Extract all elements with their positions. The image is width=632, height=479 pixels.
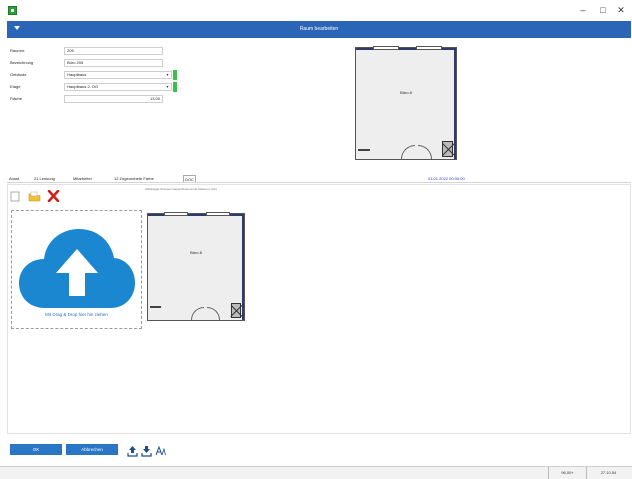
building-select-value: Hauptbaus	[67, 72, 87, 77]
cancel-button[interactable]: Abbrechen	[66, 444, 118, 455]
tab-lenkung[interactable]: 21 Lenkung	[34, 175, 55, 182]
close-icon[interactable]: ✕	[614, 4, 628, 16]
tab-staff[interactable]: Mitarbeiter	[73, 175, 92, 182]
upload-icon[interactable]	[127, 444, 138, 457]
documents-hint: Abhängige Gruppenmappe/Dokumente-Dateien…	[145, 187, 218, 191]
building-label: Gebäude	[10, 72, 27, 77]
plan-door	[207, 307, 220, 320]
floor-label: Etage	[10, 84, 21, 89]
dialog-title: Raum bearbeiten	[299, 26, 339, 32]
status-bar: 96,00+ 27.10.54	[0, 466, 632, 479]
tab-equipment[interactable]: Ausst.	[9, 175, 20, 182]
app-window: – □ ✕ Raum bearbeiten Raumnr. 205 Bezeic…	[0, 0, 632, 479]
plan-window	[416, 46, 442, 50]
floor-status-indicator	[173, 82, 177, 92]
status-cell-time: 27.10.54	[586, 467, 630, 479]
open-folder-icon[interactable]	[28, 189, 41, 202]
plan-wall	[242, 214, 244, 320]
dialog-titlebar: Raum bearbeiten	[7, 21, 631, 38]
plan-door	[191, 307, 204, 320]
tab-bar: Ausst. 21 Lenkung Mitarbeiter 12 Zugeord…	[7, 175, 631, 183]
tab-documents[interactable]: DOC	[183, 175, 196, 182]
description-input[interactable]: Büro 205	[64, 59, 163, 67]
tab-assigned-color[interactable]: 12 Zugeordnete Farbe	[114, 175, 154, 182]
room-number-label: Raumnr.	[10, 48, 26, 53]
plan-window	[164, 212, 188, 216]
area-input[interactable]: 13,00	[64, 95, 163, 103]
building-status-indicator	[173, 70, 177, 80]
plan-window	[206, 212, 230, 216]
app-logo-icon	[8, 6, 17, 15]
floor-plan-thumbnail[interactable]: Büro 8	[147, 212, 245, 321]
building-select[interactable]: Hauptbaus ▾	[64, 71, 172, 79]
maximize-icon[interactable]: □	[596, 4, 610, 16]
floor-select[interactable]: Hauptbaus 2. OG ▾	[64, 83, 172, 91]
plan-room-label: Büro 8	[190, 250, 202, 255]
delete-icon[interactable]	[47, 189, 60, 203]
minimize-icon[interactable]: –	[576, 4, 590, 16]
drop-zone-label: Mit Drag & Drop hier hin ziehen	[45, 312, 108, 317]
plan-window	[373, 46, 399, 50]
cloud-upload-icon	[19, 229, 135, 308]
plan-radiator	[150, 306, 161, 308]
document-drop-zone[interactable]: Mit Drag & Drop hier hin ziehen	[11, 210, 142, 329]
plan-door	[401, 145, 415, 159]
floor-plan-large: Büro 8	[355, 46, 457, 160]
ok-button[interactable]: OK	[10, 444, 62, 455]
floor-select-value: Hauptbaus 2. OG	[67, 84, 99, 89]
window-titlebar: – □ ✕	[0, 0, 632, 20]
timestamp: 01.01.2022 00:00:00	[428, 176, 465, 181]
area-label: Fläche	[10, 96, 23, 101]
plan-door	[418, 145, 432, 159]
room-number-input[interactable]: 205	[64, 47, 163, 55]
plan-radiator	[358, 149, 370, 151]
text-format-icon[interactable]	[155, 444, 166, 456]
plan-shaft	[231, 303, 241, 318]
plan-shaft	[442, 141, 453, 157]
download-icon[interactable]	[141, 444, 152, 457]
description-label: Bezeichnung	[10, 60, 34, 65]
status-cell-value: 96,00+	[548, 467, 586, 479]
plan-room-label: Büro 8	[400, 90, 412, 95]
chevron-down-icon[interactable]: ▾	[164, 84, 171, 90]
new-document-icon[interactable]	[10, 189, 22, 202]
chevron-down-icon[interactable]: ▾	[164, 72, 171, 78]
